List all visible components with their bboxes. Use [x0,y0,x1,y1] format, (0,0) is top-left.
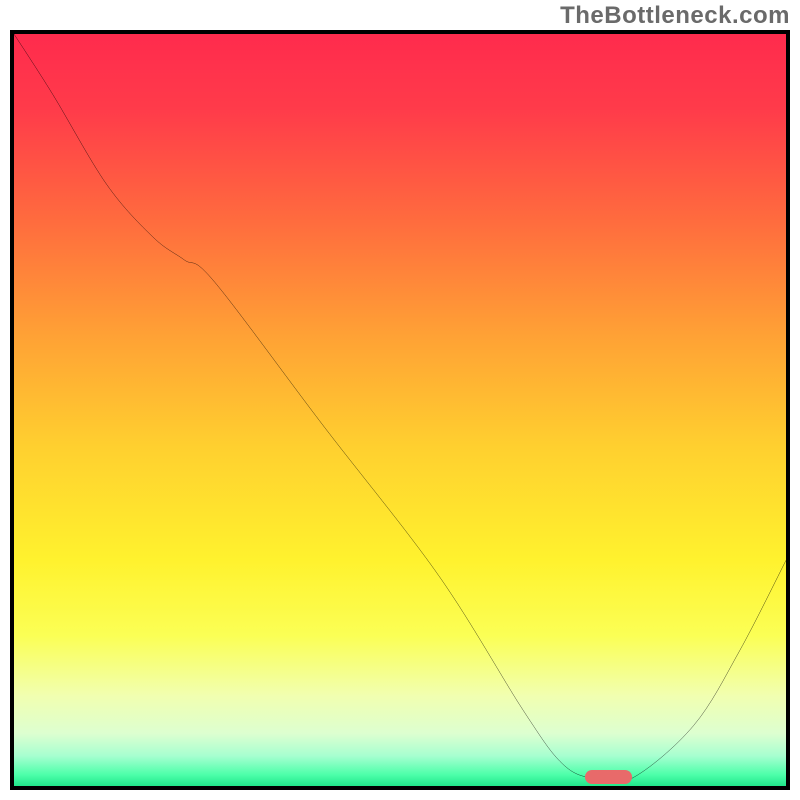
watermark-text: TheBottleneck.com [560,2,790,30]
bottleneck-curve [14,34,786,786]
chart-frame [10,30,790,790]
optimal-range-pill [585,770,631,784]
